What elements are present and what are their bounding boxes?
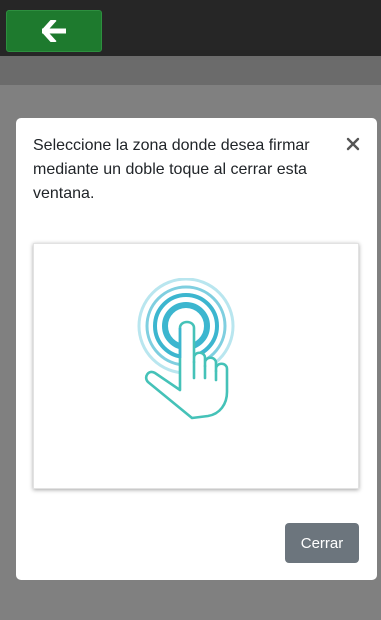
close-button[interactable]: Cerrar	[285, 523, 359, 563]
arrow-left-icon	[42, 20, 66, 42]
dialog-message: Seleccione la zona donde desea firmar me…	[33, 137, 310, 202]
back-button[interactable]	[6, 10, 102, 52]
instruction-image	[33, 243, 359, 489]
close-icon[interactable]	[345, 136, 361, 152]
secondary-bar	[0, 56, 381, 85]
double-tap-hand-icon	[137, 278, 235, 420]
top-bar	[0, 0, 381, 56]
signature-zone-dialog: Seleccione la zona donde desea firmar me…	[16, 118, 377, 580]
